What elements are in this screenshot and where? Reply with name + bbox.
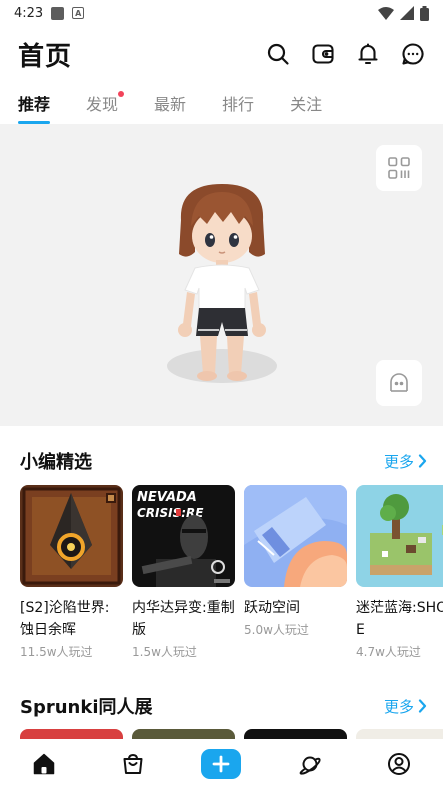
wifi-icon xyxy=(378,6,394,20)
tab-label: 推荐 xyxy=(18,95,51,114)
tab-label: 关注 xyxy=(290,95,323,114)
tab-latest[interactable]: 最新 xyxy=(154,82,186,124)
featured-section-header: 小编精选 更多 xyxy=(20,447,427,475)
nav-explore[interactable] xyxy=(288,742,332,786)
header: 首页 xyxy=(0,26,443,82)
shop-bag-icon xyxy=(123,754,143,774)
tab-label: 发现 xyxy=(86,95,119,114)
tab-following[interactable]: 关注 xyxy=(290,82,322,124)
nav-home[interactable] xyxy=(22,742,66,786)
avatar-face-icon xyxy=(390,373,408,392)
add-icon xyxy=(213,755,230,773)
chevron-right-icon xyxy=(418,454,427,468)
game-title: [S2]沦陷世界:蚀日余晖 xyxy=(20,600,110,638)
bottom-navigation xyxy=(0,739,443,789)
profile-icon xyxy=(387,753,410,775)
status-left: 4:23 A xyxy=(14,5,85,21)
featured-card-list: [S2]沦陷世界:蚀日余晖 11.5w人玩过 NEVADA CRISIS:RE … xyxy=(20,485,443,665)
tab-ranking[interactable]: 排行 xyxy=(222,82,254,124)
game-title: 跃动空间 xyxy=(244,600,300,616)
search-icon[interactable] xyxy=(266,42,290,66)
section-title: 小编精选 xyxy=(20,452,92,473)
signal-icon xyxy=(400,6,414,20)
wallet-icon[interactable] xyxy=(311,42,335,66)
tab-label: 排行 xyxy=(222,95,255,114)
nav-profile[interactable] xyxy=(377,742,421,786)
game-title: 迷茫蓝海:SHORE xyxy=(356,600,443,638)
nav-create[interactable] xyxy=(199,742,243,786)
home-icon xyxy=(34,753,55,775)
fan-more-link[interactable]: 更多 xyxy=(384,696,427,717)
tab-recommend[interactable]: 推荐 xyxy=(18,82,51,124)
game-thumbnail: NEVADA CRISIS:RE xyxy=(132,485,235,587)
game-thumbnail xyxy=(20,485,123,587)
game-card[interactable]: NEVADA CRISIS:RE 内华达异变:重制版 1.5w人玩过 xyxy=(132,485,235,660)
avatar-edit-button[interactable] xyxy=(376,360,422,406)
more-label: 更多 xyxy=(383,452,414,471)
game-thumbnail xyxy=(244,485,347,587)
fan-card-thumbnail[interactable] xyxy=(132,729,235,739)
game-card[interactable]: 跃动空间 5.0w人玩过 xyxy=(244,485,347,638)
more-label: 更多 xyxy=(383,697,414,716)
qr-code-button[interactable] xyxy=(376,145,422,191)
avatar-character xyxy=(167,184,277,383)
chevron-right-icon xyxy=(418,699,427,713)
planet-icon xyxy=(299,756,321,775)
header-actions xyxy=(266,42,425,66)
play-count: 5.0w人玩过 xyxy=(244,623,309,637)
status-right xyxy=(378,5,429,21)
fan-card-thumbnail[interactable] xyxy=(20,729,123,739)
game-thumbnail xyxy=(356,485,443,587)
play-count: 4.7w人玩过 xyxy=(356,645,421,659)
notification-a-icon: A xyxy=(72,7,85,19)
qr-code-icon xyxy=(388,157,410,179)
play-count: 1.5w人玩过 xyxy=(132,645,197,659)
nav-store[interactable] xyxy=(111,742,155,786)
game-card[interactable]: [S2]沦陷世界:蚀日余晖 11.5w人玩过 xyxy=(20,485,123,660)
fan-section-header: Sprunki同人展 更多 xyxy=(20,692,427,720)
battery-icon xyxy=(420,5,429,21)
featured-more-link[interactable]: 更多 xyxy=(384,451,427,472)
avatar-banner xyxy=(0,124,443,426)
game-title: 内华达异变:重制版 xyxy=(132,600,235,638)
game-card[interactable]: 迷茫蓝海:SHORE 4.7w人玩过 xyxy=(356,485,443,660)
fan-card-thumbnail[interactable] xyxy=(356,729,443,739)
tab-label: 最新 xyxy=(154,95,187,114)
new-badge-dot xyxy=(118,91,125,97)
status-time: 4:23 xyxy=(14,5,44,21)
notification-app-icon xyxy=(51,6,65,20)
tab-discover[interactable]: 发现 xyxy=(86,82,125,124)
page-title: 首页 xyxy=(18,41,73,72)
bell-icon[interactable] xyxy=(356,42,380,66)
status-bar: 4:23 A xyxy=(0,0,443,26)
play-count: 11.5w人玩过 xyxy=(20,645,93,659)
section-title: Sprunki同人展 xyxy=(20,697,153,718)
add-button xyxy=(201,749,242,779)
chat-icon[interactable] xyxy=(401,42,425,66)
tab-bar: 推荐 发现 最新 排行 关注 xyxy=(0,82,443,124)
fan-card-thumbnail[interactable] xyxy=(244,729,347,739)
thumb-title-line1: NEVADA xyxy=(137,490,197,505)
